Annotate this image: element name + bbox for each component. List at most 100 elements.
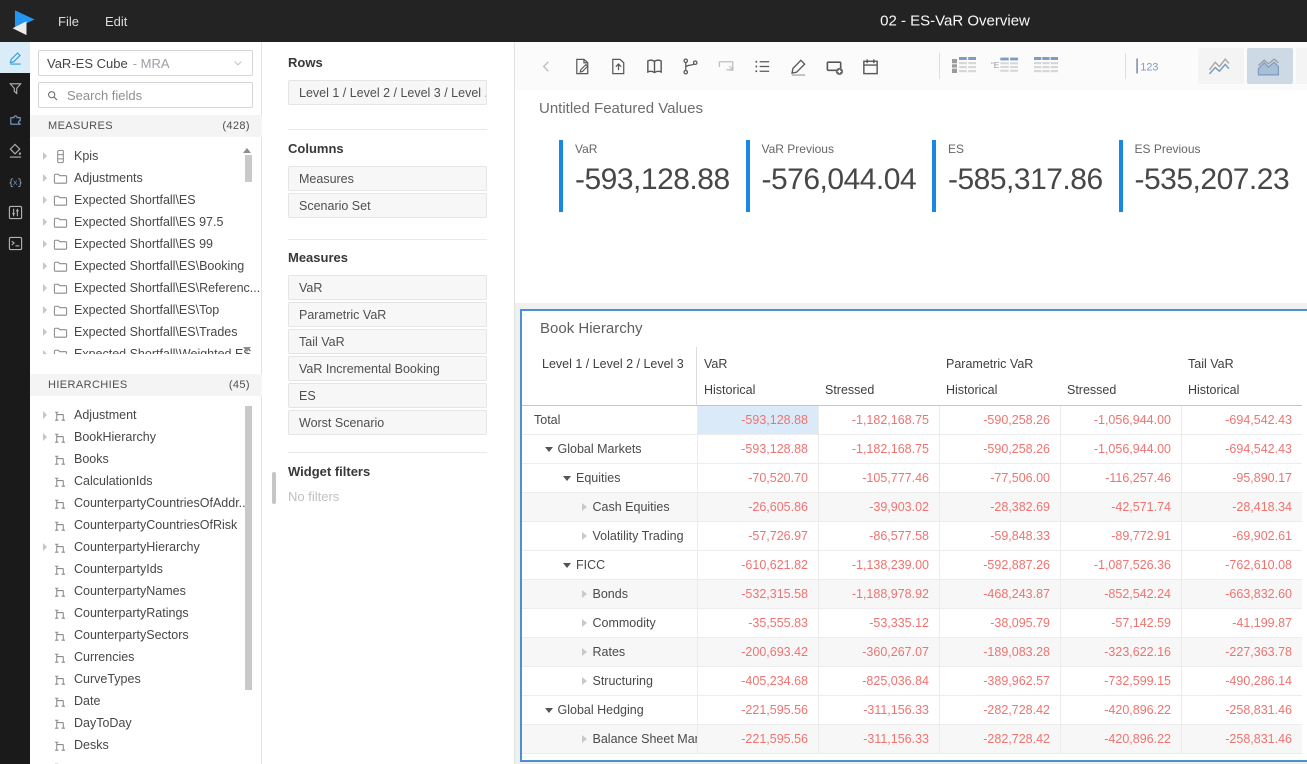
expand-chevron-icon[interactable] [38, 350, 51, 354]
measures-chip[interactable]: Worst Scenario [288, 410, 487, 435]
table-cell[interactable]: -35,555.83 [697, 609, 818, 637]
table-cell[interactable]: -28,418.34 [1181, 493, 1302, 521]
table-cell[interactable]: -53,335.12 [818, 609, 939, 637]
table-cell[interactable]: -57,142.59 [1060, 609, 1181, 637]
kpi-card[interactable]: VaR-593,128.88 [559, 140, 746, 212]
expand-chevron-icon[interactable] [38, 152, 51, 160]
table-cell[interactable]: -38,095.79 [939, 609, 1060, 637]
field-item[interactable]: DayToDay [30, 712, 262, 734]
scroll-down-icon[interactable] [243, 347, 251, 352]
table-cell[interactable]: -420,896.22 [1060, 696, 1181, 724]
table-cell[interactable]: -590,258.26 [939, 435, 1060, 463]
field-item[interactable]: CounterpartyRatings [30, 602, 262, 624]
field-item[interactable]: CounterpartyHierarchy [30, 536, 262, 558]
table-cell[interactable]: -77,506.00 [939, 464, 1060, 492]
table-cell[interactable]: -105,777.46 [818, 464, 939, 492]
row-header-cell[interactable]: Bonds [522, 580, 697, 608]
book-hierarchy-widget[interactable]: Book Hierarchy Level 1 / Level 2 / Level… [520, 309, 1307, 762]
table-cell[interactable]: -39,903.02 [818, 493, 939, 521]
rail-item-style[interactable] [0, 135, 30, 166]
rail-item-calculated-measures[interactable]: {x} [0, 166, 30, 197]
field-item[interactable]: CounterpartyCountriesOfAddr... [30, 492, 262, 514]
featured-values-widget[interactable]: Untitled Featured Values VaR-593,128.88V… [515, 90, 1307, 303]
table-cell[interactable]: -1,138,239.00 [818, 551, 939, 579]
row-header-cell[interactable]: Balance Sheet Mana [522, 725, 697, 753]
rail-item-console[interactable] [0, 228, 30, 259]
columns-chip[interactable]: Scenario Set [288, 193, 487, 218]
table-cell[interactable]: -221,595.56 [697, 725, 818, 753]
field-item[interactable]: Expected Shortfall\ES\Referenc... [30, 277, 262, 299]
expand-arrow-icon[interactable] [582, 677, 587, 685]
table-cell[interactable]: -189,083.28 [939, 638, 1060, 666]
row-header-cell[interactable]: Total [522, 406, 697, 434]
expand-chevron-icon[interactable] [38, 543, 51, 551]
expand-chevron-icon[interactable] [38, 196, 51, 204]
expand-chevron-icon[interactable] [38, 328, 51, 336]
field-item[interactable]: Expected Shortfall\ES\Trades [30, 321, 262, 343]
table-cell[interactable]: -70,520.70 [697, 464, 818, 492]
measures-chip[interactable]: Parametric VaR [288, 302, 487, 327]
rail-item-filters[interactable] [0, 73, 30, 104]
table-cell[interactable]: -590,258.26 [939, 406, 1060, 434]
column-group-header[interactable]: Parametric VaR [939, 347, 1181, 377]
upload-page-icon-button[interactable] [607, 54, 629, 78]
collapse-arrow-icon[interactable] [563, 563, 571, 568]
table-cell[interactable]: -532,315.58 [697, 580, 818, 608]
collapse-arrow-icon[interactable] [545, 447, 553, 452]
branch-icon-button[interactable] [679, 54, 701, 78]
rail-item-settings[interactable] [0, 197, 30, 228]
table-cell[interactable]: -89,772.91 [1060, 522, 1181, 550]
column-sub-header[interactable]: Historical [697, 377, 818, 405]
table-cell[interactable]: -420,896.22 [1060, 725, 1181, 753]
table-cell[interactable]: -762,610.08 [1181, 551, 1302, 579]
table-cell[interactable]: -610,621.82 [697, 551, 818, 579]
table-cell[interactable]: -360,267.07 [818, 638, 939, 666]
row-header-cell[interactable]: Structuring [522, 667, 697, 695]
table-cell[interactable]: -389,962.57 [939, 667, 1060, 695]
expand-chevron-icon[interactable] [38, 411, 51, 419]
field-item[interactable]: BookHierarchy [30, 426, 262, 448]
field-item[interactable]: CounterpartySectors [30, 624, 262, 646]
expand-chevron-icon[interactable] [38, 218, 51, 226]
kpi-card[interactable]: ES Previous-535,207.23 [1119, 140, 1306, 212]
expand-arrow-icon[interactable] [582, 532, 587, 540]
table-cell[interactable]: -1,188,978.92 [818, 580, 939, 608]
table-cell[interactable]: -1,056,944.00 [1060, 406, 1181, 434]
collapse-arrow-icon[interactable] [563, 476, 571, 481]
field-item[interactable]: Date [30, 690, 262, 712]
column-sub-header[interactable]: Historical [1181, 377, 1302, 405]
expand-chevron-icon[interactable] [38, 306, 51, 314]
table-cell[interactable]: -69,902.61 [1181, 522, 1302, 550]
table-cell[interactable]: -663,832.60 [1181, 580, 1302, 608]
measures-chip[interactable]: VaR Incremental Booking [288, 356, 487, 381]
table-cell[interactable]: -200,693.42 [697, 638, 818, 666]
table-cell[interactable]: -1,182,168.75 [818, 406, 939, 434]
list-icon-button[interactable] [751, 54, 773, 78]
expand-arrow-icon[interactable] [582, 648, 587, 656]
search-field[interactable] [38, 82, 253, 108]
row-header-label[interactable]: Level 1 / Level 2 / Level 3 [522, 347, 697, 405]
expand-chevron-icon[interactable] [38, 174, 51, 182]
edit-page-icon-button[interactable] [571, 54, 593, 78]
expand-chevron-icon[interactable] [38, 262, 51, 270]
rail-item-widgets[interactable] [0, 104, 30, 135]
row-header-cell[interactable]: Commodity [522, 609, 697, 637]
kpi-card[interactable]: VaR Previous-576,044.04 [746, 140, 933, 212]
field-item[interactable]: Expected Shortfall\ES 97.5 [30, 211, 262, 233]
tree-table-icon-button[interactable]: “E [989, 54, 1021, 78]
field-item[interactable]: Expected Shortfall\ES 99 [30, 233, 262, 255]
expand-chevron-icon[interactable] [38, 433, 51, 441]
table-cell[interactable]: -86,577.58 [818, 522, 939, 550]
expand-arrow-icon[interactable] [582, 619, 587, 627]
featured-values-icon-button[interactable]: 123 [1131, 54, 1163, 78]
table-cell[interactable]: -42,571.74 [1060, 493, 1181, 521]
table-cell[interactable]: -282,728.42 [939, 696, 1060, 724]
table-cell[interactable]: -28,382.69 [939, 493, 1060, 521]
columns-chip[interactable]: Measures [288, 166, 487, 191]
kpi-card[interactable]: ES-585,317.86 [932, 140, 1119, 212]
table-cell[interactable]: -593,128.88 [697, 435, 818, 463]
field-item[interactable]: CounterpartyNames [30, 580, 262, 602]
row-header-cell[interactable]: Global Markets [522, 435, 697, 463]
table-cell[interactable]: -468,243.87 [939, 580, 1060, 608]
cube-selector[interactable]: VaR-ES Cube - MRA [38, 50, 253, 76]
